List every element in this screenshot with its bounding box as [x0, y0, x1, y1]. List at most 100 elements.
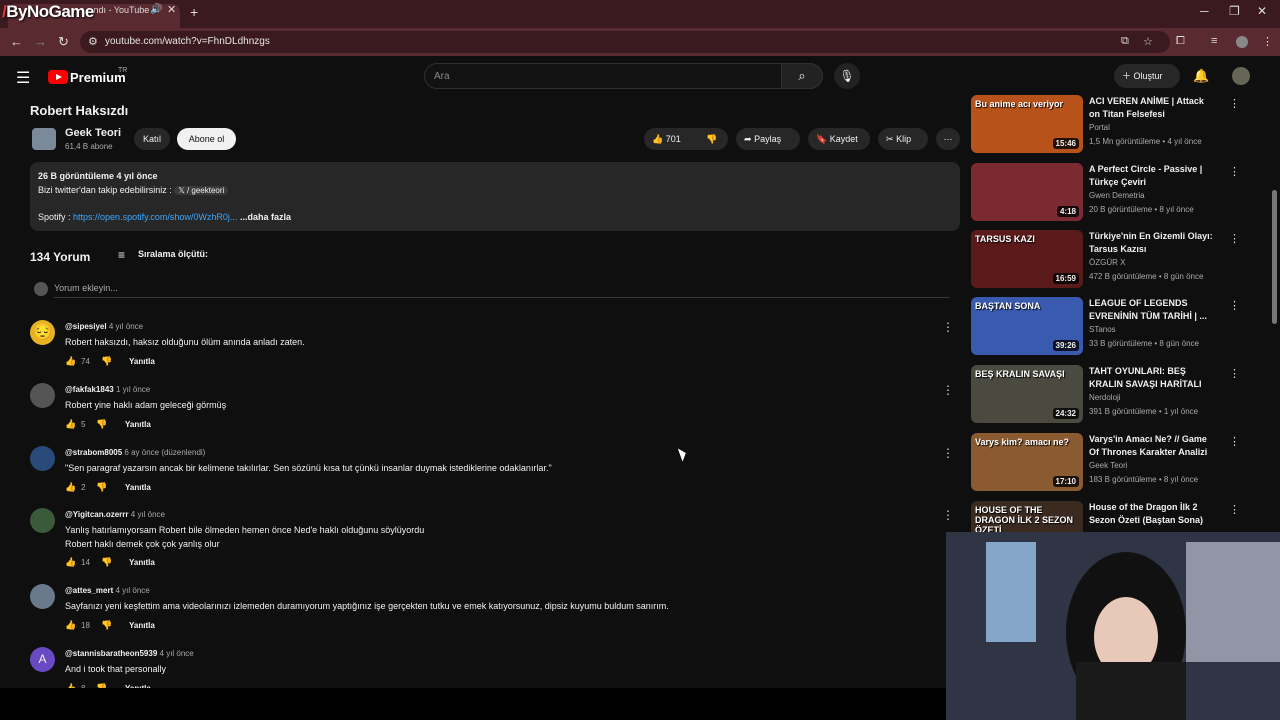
- channel-name[interactable]: Geek Teori: [65, 127, 121, 139]
- video-thumbnail[interactable]: BEŞ KRALIN SAVAŞI 24:32: [971, 365, 1083, 423]
- comment-menu-icon[interactable]: ⋮: [942, 320, 954, 334]
- profile-icon[interactable]: [1236, 36, 1248, 48]
- dislike-icon[interactable]: 👎: [101, 356, 112, 367]
- reply-button[interactable]: Yanıtla: [129, 621, 155, 630]
- recommended-menu-icon[interactable]: ⋮: [1229, 367, 1240, 380]
- reply-button[interactable]: Yanıtla: [129, 357, 155, 366]
- comment-author[interactable]: @Yigitcan.ozerrr 4 yıl önce: [65, 510, 165, 519]
- minimize-icon[interactable]: ─: [1200, 4, 1209, 18]
- dislike-icon[interactable]: 👎: [101, 557, 112, 568]
- video-thumbnail[interactable]: Bu anime acı veriyor 15:46: [971, 95, 1083, 153]
- dislike-icon[interactable]: 👎: [96, 419, 107, 430]
- join-button[interactable]: Katıl: [134, 128, 170, 150]
- recommended-video-title[interactable]: ACI VEREN ANİME | Attack on Titan Felsef…: [1089, 95, 1217, 121]
- media-icon[interactable]: ≡: [1211, 35, 1217, 47]
- like-icon[interactable]: 👍: [65, 482, 76, 493]
- recommended-video[interactable]: TARSUS KAZI 16:59 Türkiye'nin En Gizemli O…: [971, 230, 1271, 294]
- recommended-video-title[interactable]: House of the Dragon İlk 2 Sezon Özeti (B…: [1089, 501, 1217, 527]
- recommended-menu-icon[interactable]: ⋮: [1229, 165, 1240, 178]
- comment-author[interactable]: @stannisbaratheon5939 4 yıl önce: [65, 649, 194, 658]
- cast-icon[interactable]: ⧉: [1121, 35, 1129, 48]
- notification-bell-icon[interactable]: 🔔: [1193, 68, 1209, 84]
- recommended-video-title[interactable]: TAHT OYUNLARI: BEŞ KRALIN SAVAŞI HARİTAL…: [1089, 365, 1217, 392]
- dislike-icon[interactable]: 👎: [96, 482, 107, 493]
- recommended-video-title[interactable]: A Perfect Circle - Passive | Türkçe Çevi…: [1089, 163, 1217, 189]
- comment-avatar[interactable]: 😔: [30, 320, 55, 345]
- search-icon[interactable]: ⌕: [781, 63, 823, 89]
- reply-button[interactable]: Yanıtla: [125, 483, 151, 492]
- site-info-icon[interactable]: ⚙: [88, 35, 98, 48]
- comment-author[interactable]: @attes_mert 4 yıl önce: [65, 586, 150, 595]
- comment-avatar[interactable]: [30, 584, 55, 609]
- show-more-link[interactable]: ...daha fazla: [240, 212, 291, 222]
- url-text[interactable]: youtube.com/watch?v=FhnDLdhnzgs: [105, 36, 270, 47]
- tab-close-icon[interactable]: ✕: [167, 3, 176, 16]
- recommended-menu-icon[interactable]: ⋮: [1229, 299, 1240, 312]
- restore-icon[interactable]: ❐: [1229, 4, 1240, 18]
- new-tab-icon[interactable]: +: [190, 4, 198, 20]
- extensions-icon[interactable]: ⧠: [1176, 35, 1185, 48]
- comment-menu-icon[interactable]: ⋮: [942, 383, 954, 397]
- comment-menu-icon[interactable]: ⋮: [942, 508, 954, 522]
- comment-author[interactable]: @sipesiyel 4 yıl önce: [65, 322, 143, 331]
- recommended-video[interactable]: BAŞTAN SONA 39:26 LEAGUE OF LEGENDS EVRENİ…: [971, 297, 1271, 361]
- clip-button[interactable]: ✂ Klip: [878, 128, 928, 150]
- like-icon[interactable]: 👍: [65, 419, 76, 430]
- like-count[interactable]: 701: [666, 134, 681, 144]
- comment-author[interactable]: @fakfak1843 1 yıl önce: [65, 385, 150, 394]
- recommended-video[interactable]: Bu anime acı veriyor 15:46 ACI VEREN ANİME…: [971, 95, 1271, 159]
- add-comment-input[interactable]: Yorum ekleyin...: [54, 283, 118, 293]
- youtube-logo-icon[interactable]: [48, 70, 68, 84]
- recommended-menu-icon[interactable]: ⋮: [1229, 503, 1240, 516]
- dislike-icon[interactable]: 👎: [706, 128, 717, 150]
- window-close-icon[interactable]: ✕: [1257, 4, 1267, 18]
- share-button[interactable]: ➦ Paylaş: [736, 128, 800, 150]
- create-button[interactable]: ＋ Oluştur: [1114, 64, 1180, 88]
- recommended-video-title[interactable]: LEAGUE OF LEGENDS EVRENİNİN TÜM TARİHİ |…: [1089, 297, 1217, 323]
- like-icon[interactable]: 👍: [65, 620, 76, 631]
- back-icon[interactable]: ←: [10, 34, 23, 49]
- comment-author[interactable]: @strabom8005 6 ay önce (düzenlendi): [65, 448, 205, 457]
- recommended-channel[interactable]: Portal: [1089, 123, 1110, 132]
- video-thumbnail[interactable]: BAŞTAN SONA 39:26: [971, 297, 1083, 355]
- recommended-channel[interactable]: Nerdoloji: [1089, 393, 1121, 402]
- search-placeholder[interactable]: Ara: [434, 71, 450, 82]
- like-icon[interactable]: 👍: [65, 557, 76, 568]
- spotify-link[interactable]: https://open.spotify.com/show/0WzhR0j...: [73, 212, 237, 222]
- comment-avatar[interactable]: [30, 446, 55, 471]
- scrollbar[interactable]: [1272, 190, 1277, 324]
- comment-avatar[interactable]: A: [30, 647, 55, 672]
- reply-button[interactable]: Yanıtla: [129, 558, 155, 567]
- twitter-tag[interactable]: 𝕏 / geekteori: [174, 186, 229, 195]
- dislike-icon[interactable]: 👎: [101, 620, 112, 631]
- recommended-menu-icon[interactable]: ⋮: [1229, 435, 1240, 448]
- like-icon[interactable]: 👍: [652, 134, 663, 144]
- account-avatar[interactable]: [1232, 67, 1250, 85]
- comment-menu-icon[interactable]: ⋮: [942, 446, 954, 460]
- microphone-icon[interactable]: 🎙: [834, 63, 860, 89]
- search-input[interactable]: [424, 63, 782, 89]
- recommended-video-title[interactable]: Türkiye'nin En Gizemli Olayı: Tarsus Kaz…: [1089, 230, 1217, 256]
- more-actions-icon[interactable]: ⋯: [936, 128, 960, 150]
- sort-icon[interactable]: ≡: [118, 248, 125, 262]
- browser-menu-icon[interactable]: ⋮: [1262, 35, 1273, 48]
- audio-icon[interactable]: 🔊: [150, 4, 162, 15]
- subscribe-button[interactable]: Abone ol: [177, 128, 236, 150]
- video-thumbnail[interactable]: 4:18: [971, 163, 1083, 221]
- reload-icon[interactable]: ↻: [58, 34, 69, 50]
- bookmark-star-icon[interactable]: ☆: [1143, 35, 1153, 48]
- recommended-video[interactable]: BEŞ KRALIN SAVAŞI 24:32 TAHT OYUNLARI: BEŞ…: [971, 365, 1271, 429]
- comment-avatar[interactable]: [30, 508, 55, 533]
- video-thumbnail[interactable]: Varys kim? amacı ne? 17:10: [971, 433, 1083, 491]
- recommended-channel[interactable]: STanos: [1089, 325, 1116, 334]
- recommended-video[interactable]: Varys kim? amacı ne? 17:10 Varys'in Amacı …: [971, 433, 1271, 497]
- recommended-menu-icon[interactable]: ⋮: [1229, 232, 1240, 245]
- comment-avatar[interactable]: [30, 383, 55, 408]
- menu-icon[interactable]: ☰: [16, 68, 30, 88]
- recommended-channel[interactable]: Gwen Demetria: [1089, 191, 1145, 200]
- recommended-channel[interactable]: ÖZGÜR X: [1089, 258, 1125, 267]
- video-thumbnail[interactable]: TARSUS KAZI 16:59: [971, 230, 1083, 288]
- recommended-menu-icon[interactable]: ⋮: [1229, 97, 1240, 110]
- recommended-video-title[interactable]: Varys'in Amacı Ne? // Game Of Thrones Ka…: [1089, 433, 1217, 459]
- recommended-video[interactable]: 4:18 A Perfect Circle - Passive | Türkçe …: [971, 163, 1271, 227]
